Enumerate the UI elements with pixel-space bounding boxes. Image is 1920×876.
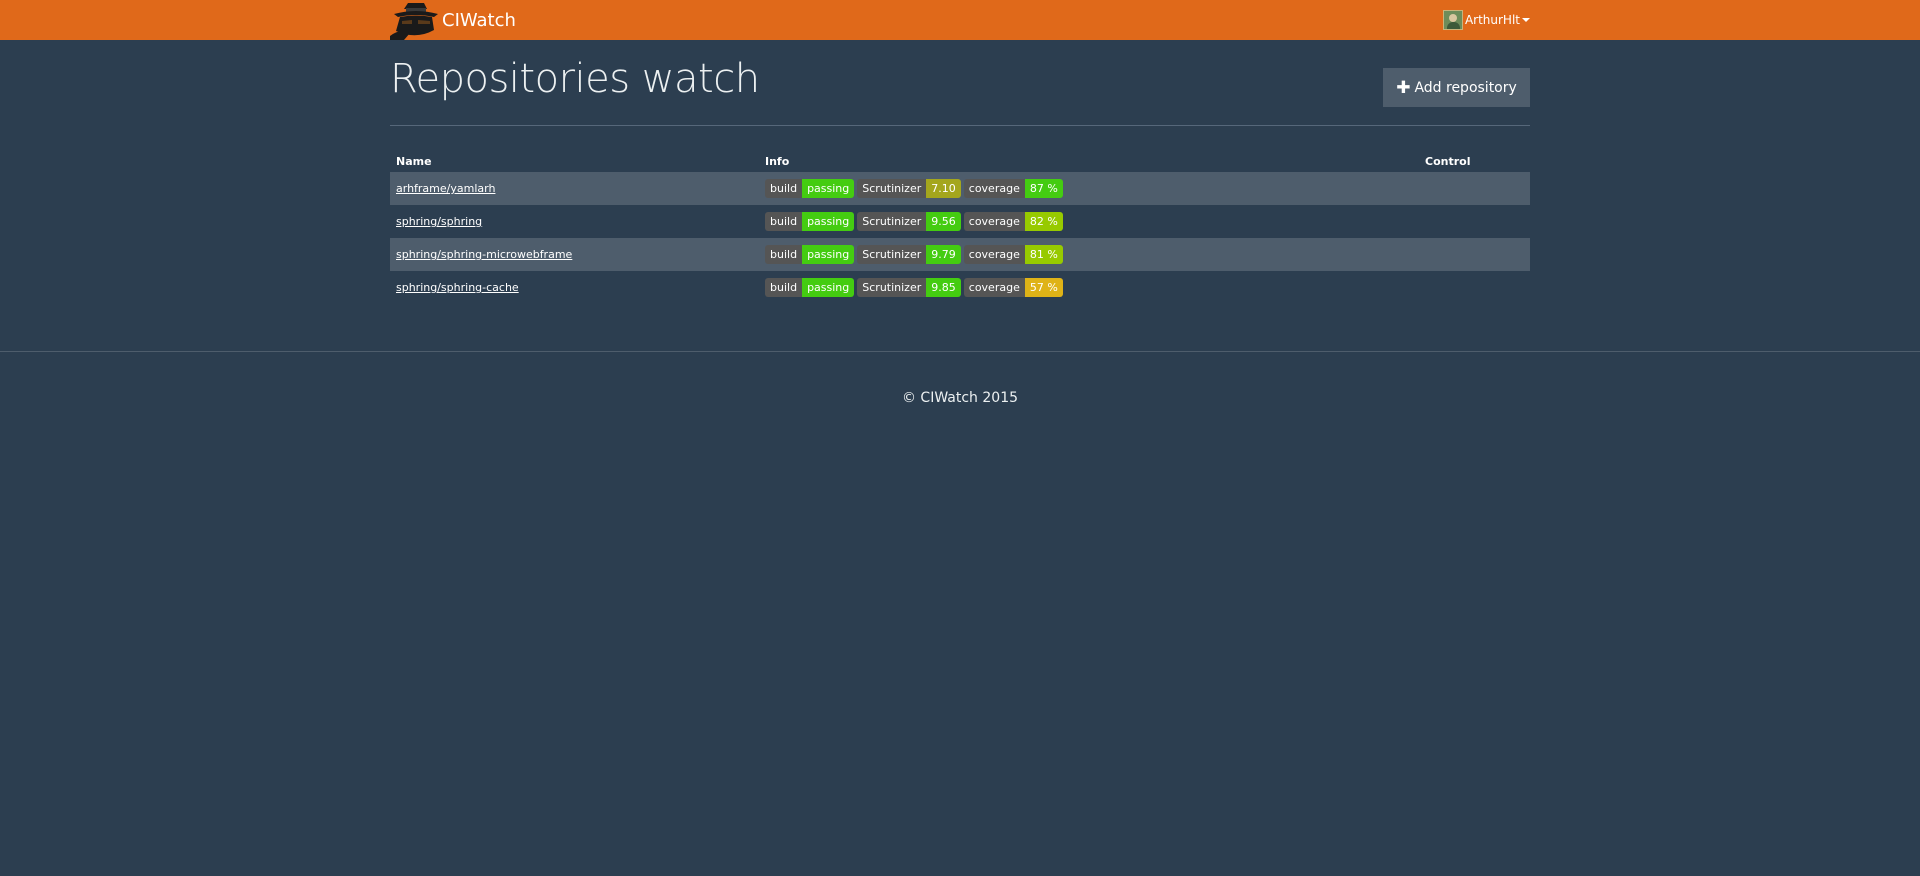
control-cell [1419, 172, 1530, 205]
coverage-badge[interactable]: coverage 87 % [963, 179, 1063, 198]
badge-value: 9.56 [926, 212, 961, 231]
badge-label: build [765, 179, 803, 198]
build-badge[interactable]: build passing [765, 245, 855, 264]
build-badge[interactable]: build passing [765, 278, 855, 297]
repo-link[interactable]: sphring/sphring-cache [396, 281, 519, 294]
badge-value: passing [802, 212, 855, 231]
table-row: sphring/sphring-microwebframe build pass… [390, 238, 1530, 271]
badge-label: coverage [963, 278, 1025, 297]
badge-group: build passing Scrutinizer 9.85 coverage … [765, 278, 1413, 297]
plus-icon: ✚ [1396, 77, 1411, 98]
coverage-badge[interactable]: coverage 82 % [963, 212, 1063, 231]
repo-link[interactable]: sphring/sphring [396, 215, 482, 228]
badge-label: coverage [963, 212, 1025, 231]
brand-name: CIWatch [442, 9, 516, 31]
coverage-badge[interactable]: coverage 81 % [963, 245, 1063, 264]
footer-divider [0, 351, 1920, 352]
scrutinizer-badge[interactable]: Scrutinizer 9.85 [857, 278, 961, 297]
control-cell [1419, 205, 1530, 238]
footer-copyright: © CIWatch 2015 [901, 390, 1019, 406]
avatar [1442, 10, 1463, 30]
user-menu[interactable]: ArthurHlt [1442, 0, 1530, 40]
page-header: Repositories watch ✚ Add repository [390, 40, 1530, 126]
badge-value: passing [802, 278, 855, 297]
caret-down-icon [1522, 18, 1530, 22]
badge-value: 9.85 [926, 278, 961, 297]
scrutinizer-badge[interactable]: Scrutinizer 9.79 [857, 245, 961, 264]
build-badge[interactable]: build passing [765, 179, 855, 198]
control-cell [1419, 238, 1530, 271]
spy-logo-icon [390, 3, 438, 40]
repo-link[interactable]: arhframe/yamlarh [396, 182, 495, 195]
column-header-control: Control [1425, 154, 1471, 168]
badge-label: Scrutinizer [857, 278, 927, 297]
build-badge[interactable]: build passing [765, 212, 855, 231]
table-row: sphring/sphring build passing Scrutinize… [390, 205, 1530, 238]
badge-value: 81 % [1024, 245, 1063, 264]
add-repository-label: Add repository [1414, 79, 1517, 96]
repositories-table: Name Info Control arhframe/yamlarh build… [390, 150, 1530, 304]
badge-label: Scrutinizer [857, 245, 927, 264]
navbar [0, 0, 1920, 40]
badge-label: build [765, 278, 803, 297]
badge-group: build passing Scrutinizer 9.79 coverage … [765, 245, 1413, 264]
badge-value: 57 % [1024, 278, 1063, 297]
page-title: Repositories watch [390, 56, 760, 102]
table-row: sphring/sphring-cache build passing Scru… [390, 271, 1530, 304]
badge-group: build passing Scrutinizer 7.10 coverage … [765, 179, 1413, 198]
coverage-badge[interactable]: coverage 57 % [963, 278, 1063, 297]
repo-link[interactable]: sphring/sphring-microwebframe [396, 248, 572, 261]
badge-label: build [765, 245, 803, 264]
scrutinizer-badge[interactable]: Scrutinizer 7.10 [857, 179, 961, 198]
control-cell [1419, 271, 1530, 304]
badge-value: passing [802, 179, 855, 198]
badge-value: passing [802, 245, 855, 264]
badge-value: 87 % [1024, 179, 1063, 198]
table-row: arhframe/yamlarh build passing Scrutiniz… [390, 172, 1530, 205]
badge-label: coverage [963, 179, 1025, 198]
badge-value: 9.79 [926, 245, 961, 264]
badge-value: 82 % [1024, 212, 1063, 231]
username: ArthurHlt [1464, 13, 1520, 27]
table-header-row: Name Info Control [390, 150, 1530, 172]
badge-label: Scrutinizer [857, 212, 927, 231]
scrutinizer-badge[interactable]: Scrutinizer 9.56 [857, 212, 961, 231]
column-header-name: Name [396, 154, 432, 168]
badge-group: build passing Scrutinizer 9.56 coverage … [765, 212, 1413, 231]
column-header-info: Info [765, 154, 790, 168]
badge-label: build [765, 212, 803, 231]
badge-label: Scrutinizer [857, 179, 927, 198]
badge-label: coverage [963, 245, 1025, 264]
brand-link[interactable]: CIWatch [390, 0, 516, 40]
badge-value: 7.10 [926, 179, 961, 198]
add-repository-button[interactable]: ✚ Add repository [1383, 68, 1530, 107]
